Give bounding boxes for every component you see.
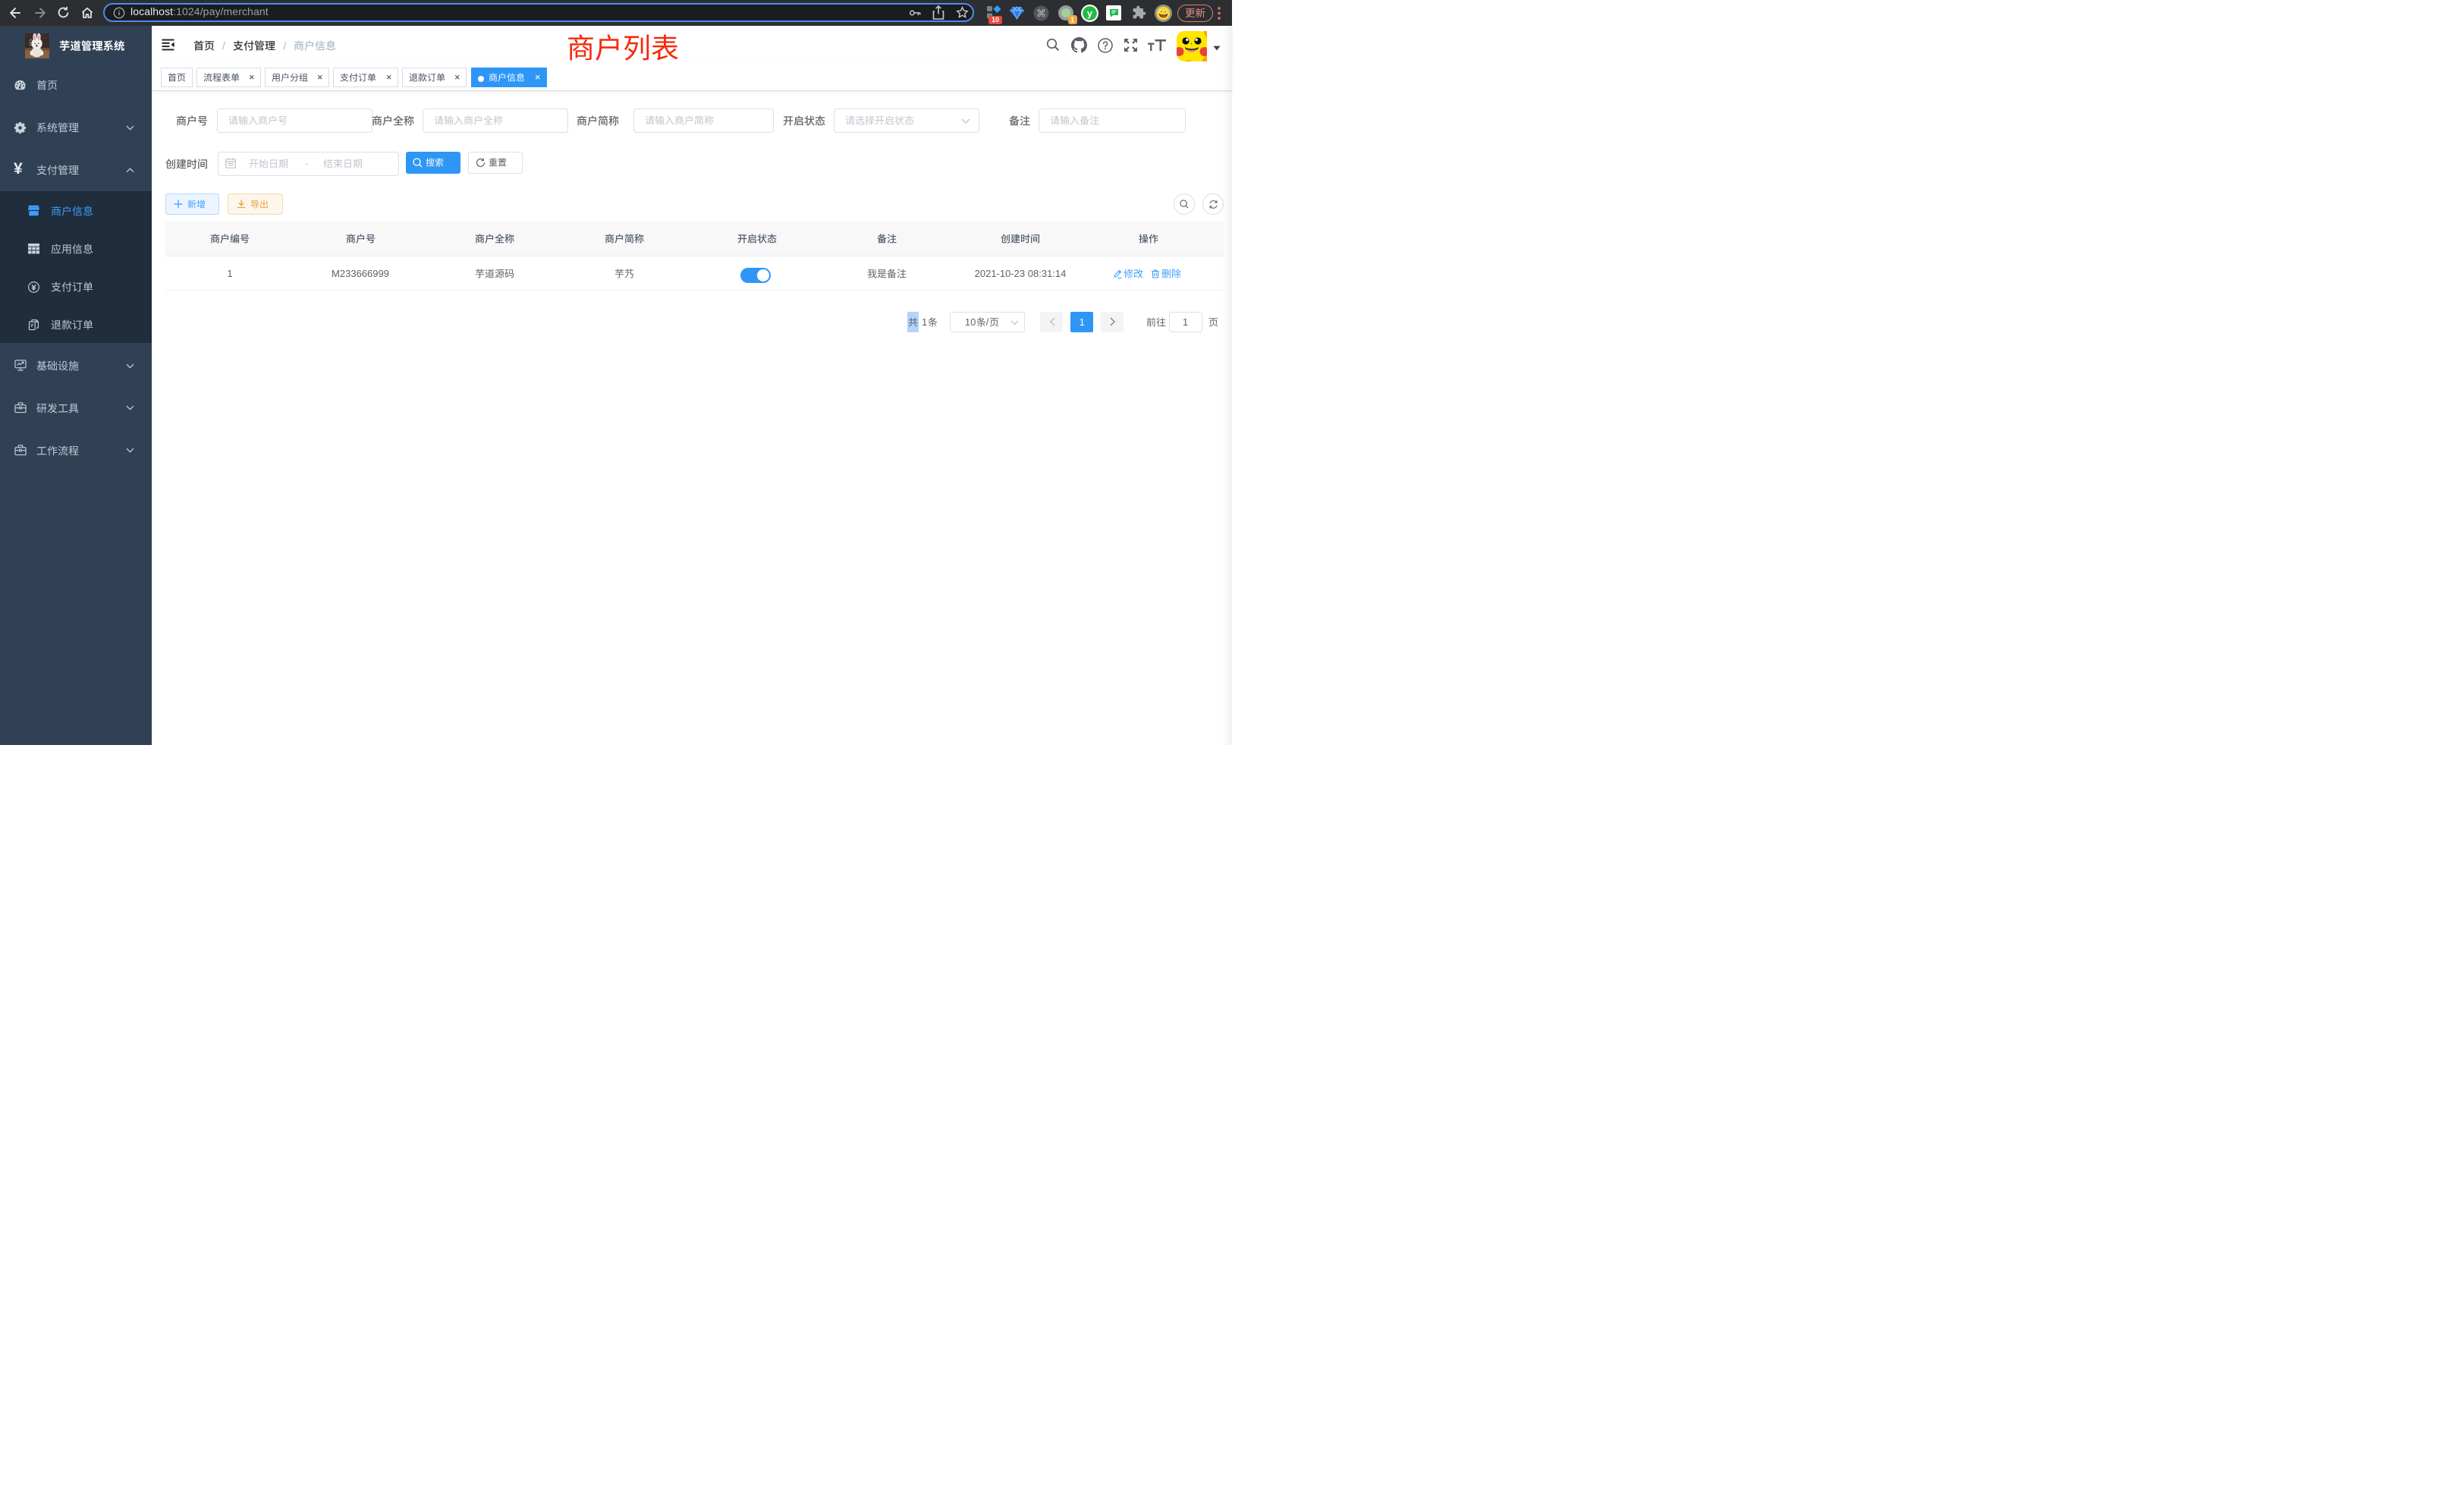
svg-text:y: y [1087,8,1093,19]
svg-text:⌘: ⌘ [1036,7,1046,18]
